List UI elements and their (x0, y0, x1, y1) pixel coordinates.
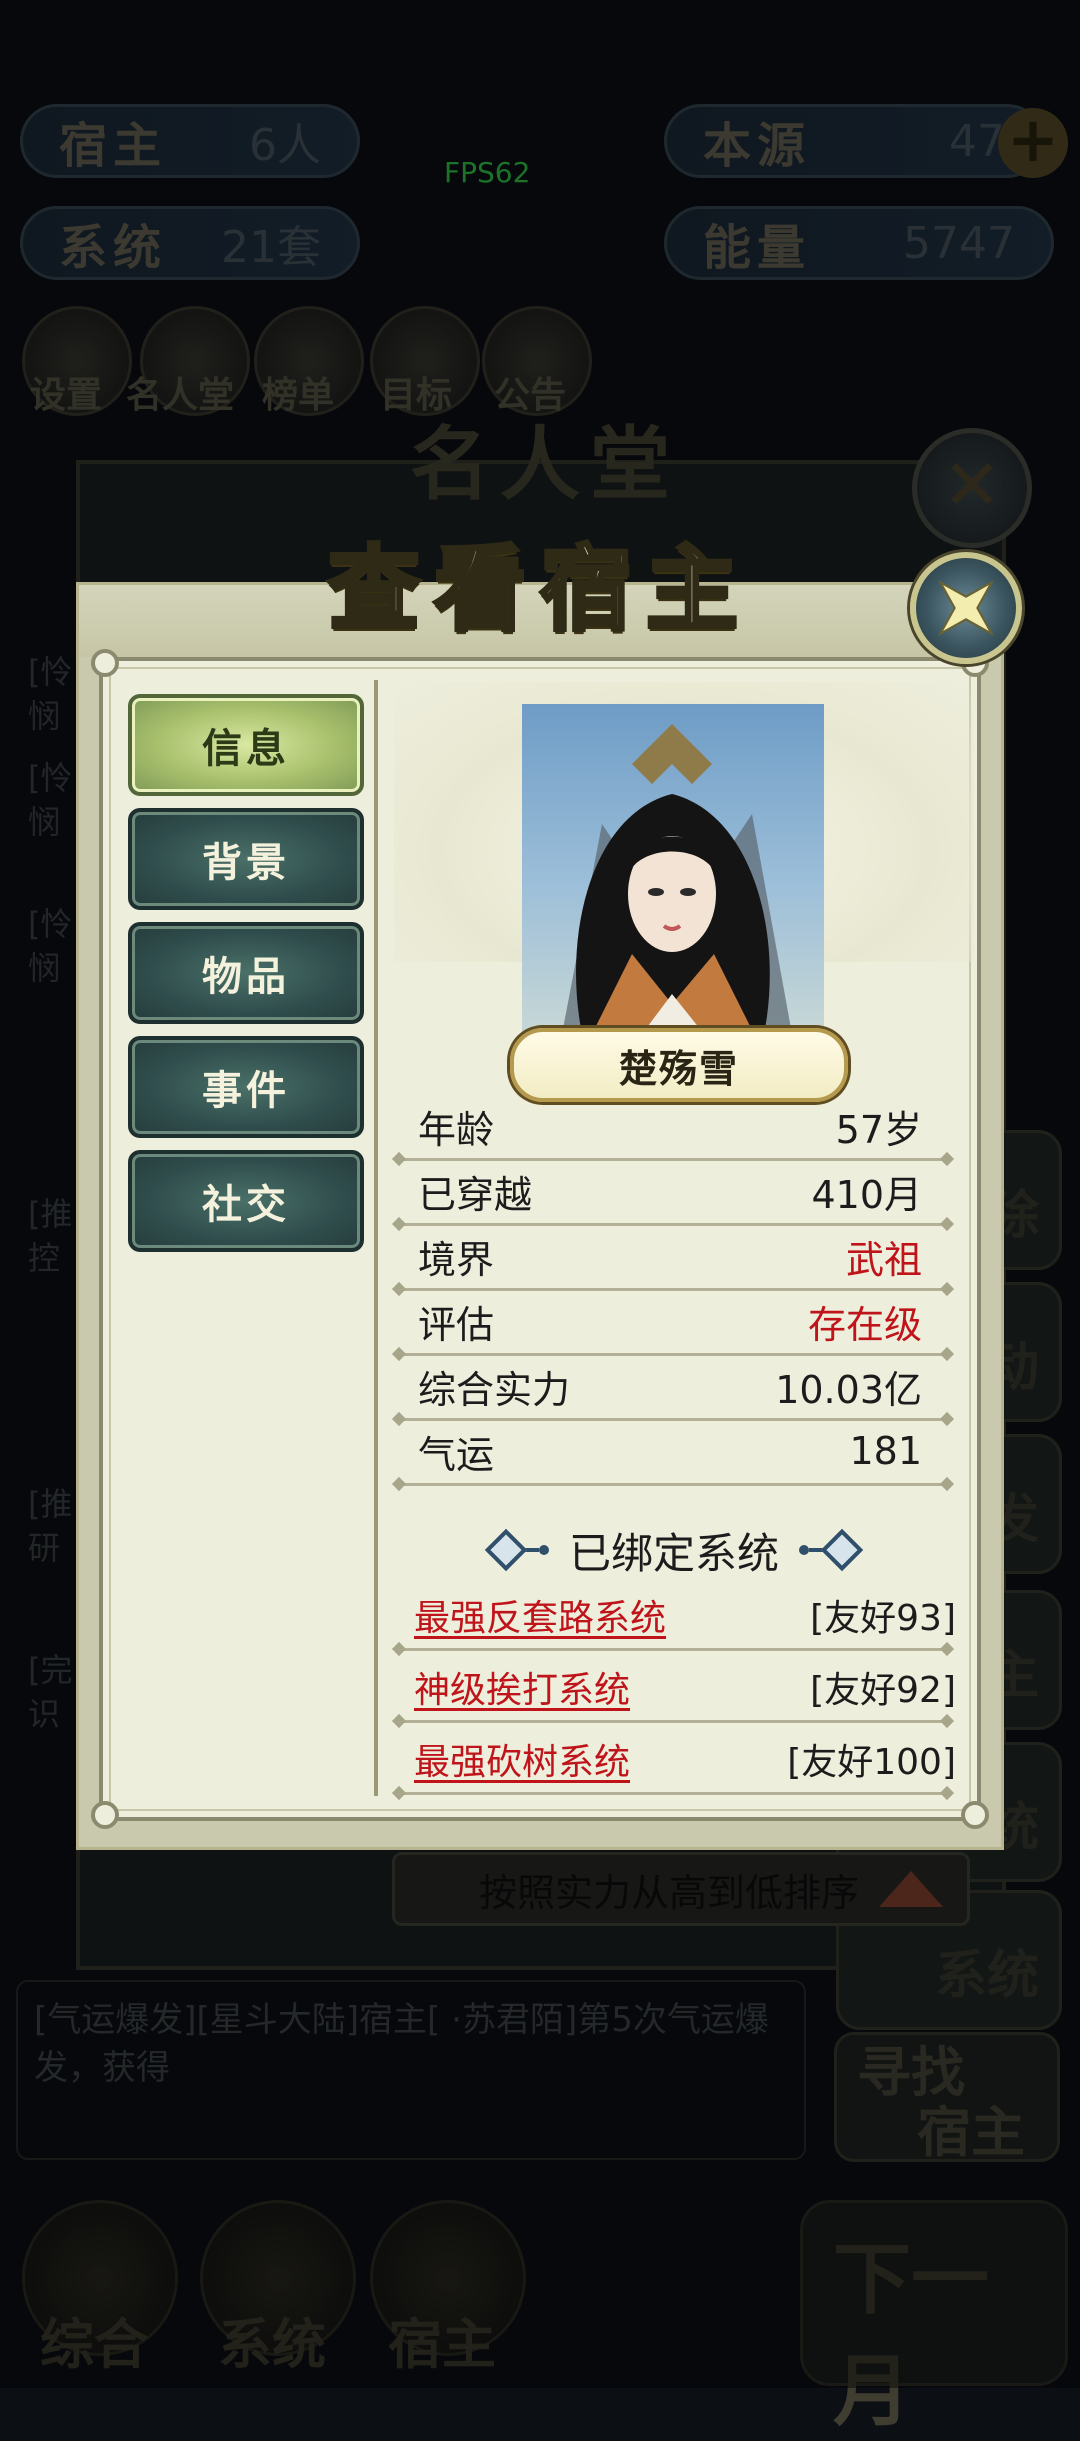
system-favor: [友好100] (787, 1742, 956, 1783)
luck-label: 气运 (418, 1432, 495, 1477)
ranking-label: 榜单 (262, 375, 335, 416)
ornament-right-icon (799, 1528, 864, 1572)
log-snippet: 悯 (28, 803, 61, 841)
close-button[interactable] (910, 552, 1022, 664)
age-label: 年龄 (418, 1107, 495, 1152)
info-row-power: 综合实力 10.03亿 (398, 1354, 950, 1418)
host-value: 6人 (249, 120, 321, 171)
log-snippet: [完 (28, 1651, 73, 1689)
log-snippet: 控 (28, 1239, 61, 1277)
event-log: [气运爆发][星斗大陆]宿主[ ·苏君陌]第5次气运爆发，获得 (16, 1980, 806, 2160)
hall-of-fame-label: 名人堂 (126, 375, 235, 416)
source-value: 47 (949, 115, 1005, 167)
settings-label: 设置 (30, 375, 103, 416)
system-value: 21套 (221, 222, 321, 273)
tab-divider (374, 680, 378, 1796)
tab-background[interactable]: 背景 (128, 808, 364, 910)
tab-background-label: 背景 (202, 840, 290, 886)
tab-info-label: 信息 (202, 726, 290, 772)
hall-of-fame-title: 名人堂 (410, 418, 680, 511)
nav-general-label: 综合 (40, 2313, 148, 2376)
find-host-label-1: 寻找 (857, 2041, 965, 2104)
traveled-label: 已穿越 (418, 1172, 533, 1217)
tab-social[interactable]: 社交 (128, 1150, 364, 1252)
rating-label: 评估 (418, 1302, 495, 1347)
ornament-left-icon (484, 1528, 549, 1572)
source-pill: 本源 47 (664, 104, 1044, 178)
age-value: 57岁 (835, 1107, 922, 1152)
system-row[interactable]: 最强砍树系统 [友好100] (398, 1728, 962, 1790)
energy-label: 能量 (703, 220, 812, 276)
host-label: 宿主 (59, 118, 168, 174)
energy-pill: 能量 5747 (664, 206, 1054, 280)
info-row-luck: 气运 181 (398, 1419, 950, 1483)
row-divider (398, 1792, 948, 1795)
system-name-link[interactable]: 神级挨打系统 (414, 1661, 630, 1713)
sort-triangle-icon (879, 1871, 943, 1907)
host-portrait (522, 704, 824, 1034)
rating-value: 存在级 (807, 1302, 922, 1347)
sort-label: 按照实力从高到低排序 (478, 1870, 859, 1915)
info-row-rating: 评估 存在级 (398, 1289, 950, 1353)
log-snippet: [推 (28, 1485, 73, 1523)
info-row-age: 年龄 57岁 (398, 1094, 950, 1158)
tab-events[interactable]: 事件 (128, 1036, 364, 1138)
info-row-traveled: 已穿越 410月 (398, 1159, 950, 1223)
system-name-link[interactable]: 最强砍树系统 (414, 1733, 630, 1785)
energy-value: 5747 (903, 217, 1015, 269)
log-snippet: [怜 (28, 759, 73, 797)
realm-value: 武祖 (845, 1237, 922, 1282)
next-month-label: 下一月 (833, 2235, 990, 2437)
tab-items-label: 物品 (202, 954, 290, 1000)
host-count-pill: 宿主 6人 (20, 104, 360, 178)
system-row[interactable]: 神级挨打系统 [友好92] (398, 1656, 962, 1718)
realm-label: 境界 (418, 1237, 495, 1282)
log-snippet: 研 (28, 1529, 61, 1567)
close-icon (937, 579, 995, 637)
source-label: 本源 (703, 118, 812, 174)
next-month-button[interactable]: 下一月 (800, 2200, 1068, 2437)
tab-info[interactable]: 信息 (128, 694, 364, 796)
info-row-realm: 境界 武祖 (398, 1224, 950, 1288)
row-divider (398, 1648, 948, 1651)
tab-social-label: 社交 (202, 1182, 290, 1228)
row-divider (398, 1483, 948, 1486)
bound-systems-header: 已绑定系统 (398, 1518, 950, 1582)
bound-systems-title: 已绑定系统 (568, 1528, 779, 1578)
row-divider (398, 1720, 948, 1723)
tab-items[interactable]: 物品 (128, 922, 364, 1024)
system-count-pill: 系统 21套 (20, 206, 360, 280)
system-row[interactable]: 最强反套路系统 [友好93] (398, 1584, 962, 1646)
nav-system-label: 系统 (218, 2313, 326, 2376)
portrait-illustration (562, 724, 792, 1034)
add-source-button[interactable]: + (998, 108, 1068, 178)
tab-events-label: 事件 (202, 1068, 290, 1114)
log-snippet: 悯 (28, 949, 61, 987)
fps-counter: FPS62 (444, 156, 531, 189)
log-snippet: [怜 (28, 653, 73, 691)
find-host-label-2: 宿主 (917, 2101, 1025, 2164)
system-label: 系统 (59, 220, 168, 276)
luck-value: 181 (849, 1429, 922, 1473)
system-favor: [友好93] (810, 1598, 956, 1639)
system-favor: [友好92] (810, 1670, 956, 1711)
power-label: 综合实力 (418, 1367, 571, 1412)
host-name-plate: 楚殇雪 (510, 1028, 848, 1102)
host-name: 楚殇雪 (618, 1046, 739, 1091)
nav-host-label: 宿主 (388, 2313, 496, 2376)
power-value: 10.03亿 (775, 1367, 922, 1412)
sort-button[interactable]: 按照实力从高到低排序 (392, 1852, 970, 1926)
log-snippet: 识 (28, 1695, 61, 1733)
log-snippet: 悯 (28, 697, 61, 735)
log-snippet: [怜 (28, 905, 73, 943)
find-host-button[interactable]: 寻找 宿主 (834, 2032, 1060, 2164)
log-snippet: [推 (28, 1195, 73, 1233)
system-name-link[interactable]: 最强反套路系统 (414, 1589, 666, 1641)
dialog-layer: 信息 背景 物品 事件 社交 楚殇雪 年龄 57岁 已穿越 410月 境界 武祖 (76, 582, 1004, 1850)
traveled-value: 410月 (811, 1172, 922, 1217)
